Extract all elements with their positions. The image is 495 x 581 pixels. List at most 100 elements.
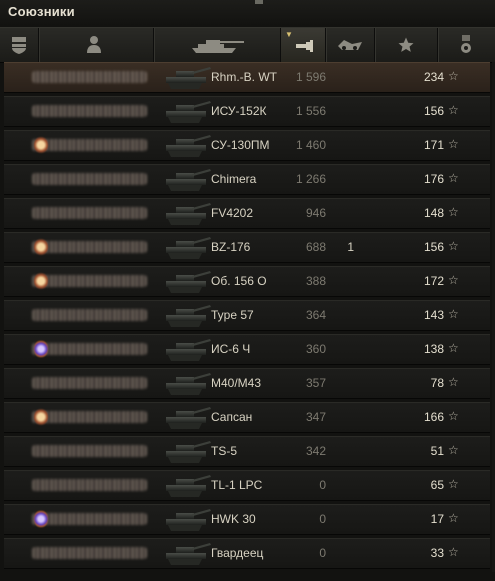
vehicle-icon bbox=[162, 167, 214, 193]
player-row[interactable]: TL-1 LPC 0 65 ☆ bbox=[4, 470, 490, 501]
vehicle-name: BZ-176 bbox=[211, 240, 251, 254]
player-name-blurred bbox=[32, 343, 147, 355]
xp-star-icon: ☆ bbox=[448, 307, 459, 321]
xp-star-icon: ☆ bbox=[448, 69, 459, 83]
xp-value: 166 bbox=[423, 410, 444, 424]
xp-star-icon: ☆ bbox=[448, 239, 459, 253]
column-player[interactable] bbox=[39, 28, 154, 62]
sort-arrow-icon: ▼ bbox=[285, 30, 293, 39]
vehicle-icon bbox=[162, 371, 214, 397]
player-name-blurred bbox=[32, 479, 147, 491]
damage-value: 1 556 bbox=[295, 104, 326, 118]
kills-value: 1 bbox=[347, 240, 354, 254]
xp-value: 156 bbox=[423, 104, 444, 118]
xp-star-icon: ☆ bbox=[448, 205, 459, 219]
grip-handle bbox=[255, 0, 263, 4]
vehicle-name: M40/M43 bbox=[211, 376, 262, 390]
vehicle-icon bbox=[162, 507, 214, 533]
achievement-badge-icon bbox=[34, 238, 48, 256]
xp-star-icon: ☆ bbox=[448, 171, 459, 185]
vehicle-icon bbox=[162, 337, 214, 363]
player-row[interactable]: ИСУ-152К 1 556 156 ☆ bbox=[4, 96, 490, 127]
xp-value: 78 bbox=[430, 376, 444, 390]
player-row[interactable]: ИС-6 Ч 360 138 ☆ bbox=[4, 334, 490, 365]
player-row[interactable]: Chimera 1 266 176 ☆ bbox=[4, 164, 490, 195]
player-name-blurred bbox=[32, 105, 147, 117]
player-name-blurred bbox=[32, 275, 147, 287]
vehicle-icon bbox=[162, 405, 214, 431]
achievement-badge-icon bbox=[34, 136, 48, 154]
damage-value: 360 bbox=[305, 342, 326, 356]
medal-icon bbox=[461, 35, 471, 53]
player-icon bbox=[87, 36, 101, 53]
player-row[interactable]: TS-5 342 51 ☆ bbox=[4, 436, 490, 467]
damage-value: 342 bbox=[305, 444, 326, 458]
vehicle-name: HWK 30 bbox=[211, 512, 256, 526]
vehicle-name: TS-5 bbox=[211, 444, 238, 458]
xp-value: 138 bbox=[423, 342, 444, 356]
vehicle-icon bbox=[162, 65, 214, 91]
xp-star-icon: ☆ bbox=[448, 409, 459, 423]
damage-value: 0 bbox=[319, 512, 326, 526]
column-xp[interactable] bbox=[375, 28, 438, 62]
damage-value: 357 bbox=[305, 376, 326, 390]
player-row[interactable]: Type 57 364 143 ☆ bbox=[4, 300, 490, 331]
xp-value: 171 bbox=[423, 138, 444, 152]
player-name-blurred bbox=[32, 513, 147, 525]
player-name-blurred bbox=[32, 547, 147, 559]
player-row[interactable]: СУ-130ПМ 1 460 171 ☆ bbox=[4, 130, 490, 161]
player-name-blurred bbox=[32, 241, 147, 253]
vehicle-name: Chimera bbox=[211, 172, 257, 186]
player-row[interactable]: BZ-176 688 1 156 ☆ bbox=[4, 232, 490, 263]
vehicle-icon bbox=[162, 269, 214, 295]
damage-value: 388 bbox=[305, 274, 326, 288]
vehicle-icon bbox=[162, 235, 214, 261]
achievement-badge-icon bbox=[34, 408, 48, 426]
vehicle-icon bbox=[162, 201, 214, 227]
damage-value: 0 bbox=[319, 546, 326, 560]
damage-value: 688 bbox=[305, 240, 326, 254]
damage-value: 364 bbox=[305, 308, 326, 322]
player-name-blurred bbox=[32, 377, 147, 389]
player-row[interactable]: Rhm.-B. WT 1 596 234 ☆ bbox=[4, 62, 490, 93]
vehicle-name: ИС-6 Ч bbox=[211, 342, 251, 356]
column-medals[interactable] bbox=[438, 28, 495, 62]
kills-icon bbox=[338, 40, 362, 50]
xp-value: 17 bbox=[430, 512, 444, 526]
column-kills[interactable] bbox=[326, 28, 375, 62]
player-row[interactable]: Сапсан 347 166 ☆ bbox=[4, 402, 490, 433]
vehicle-icon bbox=[162, 99, 214, 125]
vehicle-icon bbox=[162, 473, 214, 499]
vehicle-icon bbox=[162, 439, 214, 465]
achievement-badge-icon bbox=[34, 510, 48, 528]
player-row[interactable]: Гвардеец 0 33 ☆ bbox=[4, 538, 490, 569]
column-clan[interactable] bbox=[0, 28, 39, 62]
xp-star-icon: ☆ bbox=[448, 477, 459, 491]
xp-star-icon: ☆ bbox=[448, 341, 459, 355]
column-damage[interactable]: ▼ bbox=[281, 28, 326, 62]
vehicle-name: Type 57 bbox=[211, 308, 254, 322]
player-row[interactable]: Об. 156 О 388 172 ☆ bbox=[4, 266, 490, 297]
damage-icon bbox=[296, 40, 313, 52]
xp-star-icon: ☆ bbox=[448, 443, 459, 457]
panel-titlebar: Союзники bbox=[0, 0, 495, 26]
player-name-blurred bbox=[32, 71, 147, 83]
xp-star-icon: ☆ bbox=[448, 137, 459, 151]
player-row[interactable]: FV4202 946 148 ☆ bbox=[4, 198, 490, 229]
player-row[interactable]: M40/M43 357 78 ☆ bbox=[4, 368, 490, 399]
damage-value: 0 bbox=[319, 478, 326, 492]
column-header: ▼ bbox=[0, 27, 495, 63]
column-vehicle[interactable] bbox=[154, 28, 281, 62]
vehicle-name: FV4202 bbox=[211, 206, 254, 220]
vehicle-icon bbox=[162, 133, 214, 159]
player-name-blurred bbox=[32, 445, 147, 457]
damage-value: 946 bbox=[305, 206, 326, 220]
vehicle-name: Об. 156 О bbox=[211, 274, 267, 288]
player-row[interactable]: HWK 30 0 17 ☆ bbox=[4, 504, 490, 535]
vehicle-name: Сапсан bbox=[211, 410, 253, 424]
vehicle-icon bbox=[162, 303, 214, 329]
xp-value: 176 bbox=[423, 172, 444, 186]
vehicle-icon bbox=[162, 541, 214, 567]
allies-panel: Союзники ▼ Rhm.-B. WT 1 596 234 ☆ ИСУ-15… bbox=[0, 0, 495, 581]
xp-value: 65 bbox=[430, 478, 444, 492]
